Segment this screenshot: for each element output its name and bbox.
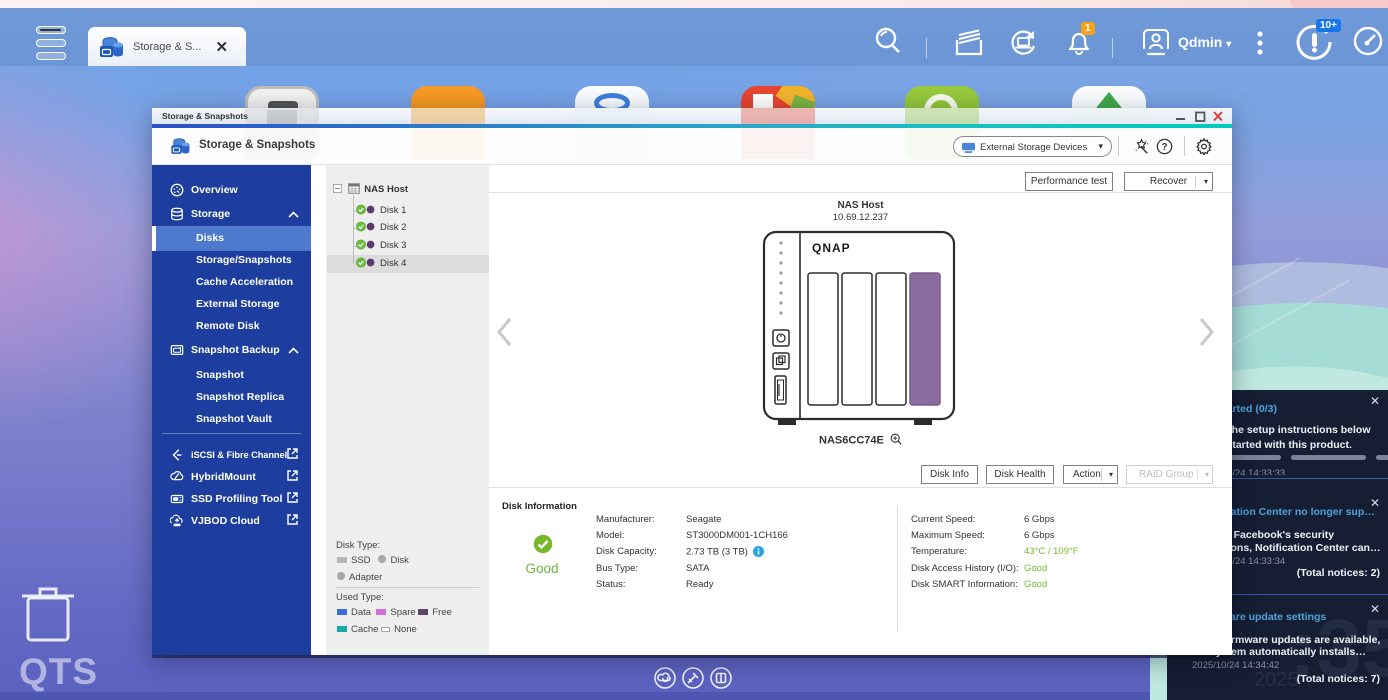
svg-text:QNAP: QNAP <box>812 241 851 255</box>
svg-text:?: ? <box>1161 142 1167 153</box>
